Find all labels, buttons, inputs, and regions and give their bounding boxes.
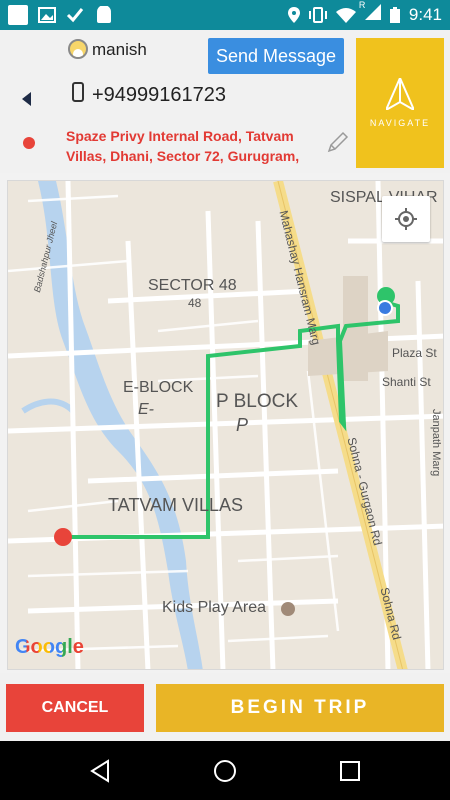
send-message-button[interactable]: Send Message [208, 38, 344, 74]
trip-actions: CANCEL BEGIN TRIP [0, 673, 450, 741]
back-nav-icon[interactable] [88, 759, 112, 783]
cancel-button[interactable]: CANCEL [6, 684, 144, 732]
home-nav-icon[interactable] [212, 758, 238, 784]
trip-header: manish +94999161723 Send Message NAVIGAT… [0, 30, 450, 173]
status-bar: R 9:41 [0, 0, 450, 30]
route-map[interactable]: SISPAL VIHAR SECTOR 48 48 E-BLOCK E- P B… [7, 180, 444, 670]
wifi-icon [335, 7, 356, 23]
navigate-button[interactable]: NAVIGATE [356, 38, 444, 168]
status-time: 9:41 [408, 4, 442, 24]
gallery-icon [38, 7, 56, 23]
origin-dot-icon [23, 137, 35, 149]
check-icon [66, 8, 84, 23]
battery-icon [389, 6, 400, 23]
my-location-button[interactable] [382, 196, 430, 242]
navigation-arrow-icon [386, 78, 414, 110]
map-label-e-block: E-BLOCK [123, 379, 194, 396]
recents-nav-icon[interactable] [339, 760, 361, 782]
google-attribution: Google [15, 636, 84, 659]
contact-phone[interactable]: +94999161723 [92, 84, 226, 107]
app-square-icon [8, 5, 28, 25]
signal-icon [364, 4, 381, 20]
origin-marker[interactable] [54, 528, 72, 546]
phone-icon [72, 82, 84, 102]
vibrate-icon [308, 6, 327, 23]
map-label-shanti-st: Shanti St [382, 375, 431, 389]
navigate-label: NAVIGATE [369, 118, 431, 128]
park-icon [281, 602, 295, 616]
contact-name: manish [92, 40, 147, 59]
edit-pencil-icon[interactable] [326, 130, 350, 154]
map-label-janpath-marg: Janpath Marg [430, 409, 442, 477]
map-label-e-block-short: E- [138, 401, 154, 418]
map-label-plaza-st: Plaza St [392, 346, 437, 360]
map-label-p-block-short: P [236, 415, 249, 435]
map-label-sector-48-num: 48 [188, 296, 202, 310]
map-label-kids-play-area: Kids Play Area [162, 599, 267, 616]
map-label-tatvam-villas: TATVAM VILLAS [108, 495, 244, 515]
current-location-dot [377, 300, 393, 316]
back-arrow-icon[interactable] [22, 92, 31, 106]
begin-trip-button[interactable]: BEGIN TRIP [156, 684, 444, 732]
google-logo-text: Google [15, 636, 84, 658]
avatar [68, 39, 88, 59]
location-icon [287, 6, 300, 23]
system-nav-bar [0, 741, 450, 800]
pickup-address: Spaze Privy Internal Road, Tatvam Villas… [66, 128, 300, 164]
my-location-icon [395, 208, 417, 230]
map-label-p-block: P BLOCK [216, 391, 299, 412]
roaming-label: R [358, 0, 366, 10]
android-icon [97, 6, 111, 23]
map-label-sector-48: SECTOR 48 [148, 277, 237, 294]
